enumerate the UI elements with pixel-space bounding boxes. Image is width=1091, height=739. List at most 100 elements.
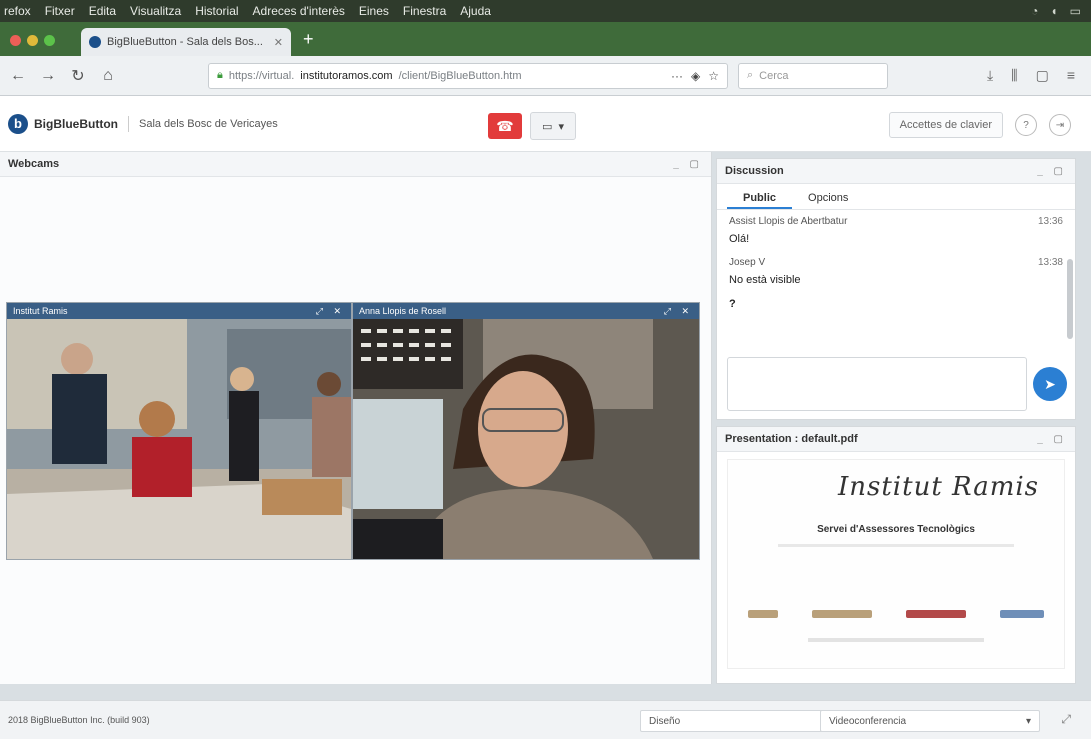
chat-title-bar: Discussion _ ▢ [717, 159, 1075, 184]
video-title-bar: Anna Llopis de Rosell ⤢ ✕ [353, 303, 699, 319]
help-icon[interactable]: ? [1015, 114, 1037, 136]
browser-tabbar: BigBlueButton - Sala dels Bos... ✕ + [0, 22, 1091, 56]
webcam-video-1[interactable]: Institut Ramis ⤢ ✕ [6, 302, 352, 560]
chevron-down-icon: ▾ [1025, 715, 1031, 727]
slide-service-title: Servei d'Assessores Tecnològics [817, 524, 975, 535]
tab-options[interactable]: Opcions [792, 188, 864, 209]
mode-select[interactable]: Videoconferencia ▾ [820, 710, 1040, 732]
chat-message: ? [717, 298, 1075, 316]
new-tab-button[interactable]: + [291, 29, 326, 56]
page-actions-icon[interactable]: ··· [671, 69, 683, 83]
pocket-icon[interactable]: ◈ [691, 69, 700, 83]
webcam-video-2[interactable]: Anna Llopis de Rosell ⤢ ✕ [352, 302, 700, 560]
app-header: b BigBlueButton Sala dels Bosc de Verica… [0, 96, 1091, 152]
sponsor-logos [748, 610, 1044, 618]
menu-item-help[interactable]: Ajuda [460, 4, 491, 18]
panel-window-controls-icon[interactable]: _ ▢ [1037, 434, 1067, 445]
battery-icon[interactable]: ▭ [1070, 4, 1081, 18]
search-placeholder: Cerca [759, 69, 789, 82]
brand-name: BigBlueButton [34, 116, 118, 131]
slide-footer-line [808, 638, 984, 642]
video-frame [7, 319, 351, 559]
divider [127, 115, 129, 132]
copyright-text: 2018 BigBlueButton Inc. (build 903) [8, 715, 150, 725]
minimize-window-icon[interactable] [27, 35, 38, 46]
chevron-down-icon: ▾ [558, 120, 564, 133]
institut-signature-logo: Institut Ramis [838, 472, 1040, 502]
presentation-title: Presentation : default.pdf [725, 433, 858, 445]
navigation-bar: ← → ↻ ⌂ 🔒︎ https://virtual. institutoramo… [0, 56, 1091, 96]
message-text: Olá! [729, 233, 750, 245]
leave-audio-button[interactable]: ☎ [488, 113, 522, 139]
menu-item-window[interactable]: Finestra [403, 4, 446, 18]
chat-title: Discussion [725, 165, 784, 177]
library-icon[interactable]: ⫼ [1011, 67, 1017, 84]
shortcuts-button[interactable]: Accettes de clavier [888, 112, 1003, 138]
webcams-title: Webcams [8, 158, 60, 170]
video-label: Institut Ramis [13, 306, 68, 316]
menu-hamburger-icon[interactable]: ≡ [1067, 67, 1075, 84]
tab-close-icon[interactable]: ✕ [274, 36, 283, 49]
menu-item-edit[interactable]: Edita [89, 4, 116, 18]
window-controls [0, 35, 67, 56]
back-icon[interactable]: ← [8, 67, 28, 85]
video-title-bar: Institut Ramis ⤢ ✕ [7, 303, 351, 319]
message-text: ? [729, 298, 736, 310]
presentation-slide[interactable]: Institut Ramis Servei d'Assessores Tecno… [727, 459, 1065, 669]
menu-item-history[interactable]: Historial [195, 4, 238, 18]
menu-item-file[interactable]: Fitxer [45, 4, 75, 18]
chat-message-input[interactable] [727, 357, 1027, 411]
url-bar[interactable]: 🔒︎ https://virtual. institutoramos.com/cl… [208, 62, 728, 89]
volume-icon[interactable]: ◖ [1050, 4, 1057, 18]
search-icon: ⌕ [747, 69, 754, 81]
url-path: /client/BigBlueButton.htm [398, 69, 522, 82]
menu-item-bookmarks[interactable]: Adreces d'interès [253, 4, 345, 18]
fullscreen-icon[interactable]: ⤢ [1061, 712, 1071, 727]
participant-scene-image [353, 319, 699, 559]
room-name: Sala dels Bosc de Vericayes [138, 117, 278, 130]
maximize-window-icon[interactable] [44, 35, 55, 46]
sidebar-icon[interactable]: ▢ [1036, 67, 1049, 84]
chat-scrollbar[interactable] [1067, 259, 1073, 339]
message-author: Josep V [729, 257, 766, 268]
home-icon[interactable]: ⌂ [98, 67, 118, 85]
panel-window-controls-icon[interactable]: _ ▢ [673, 159, 703, 170]
bbb-logo-icon: b [8, 113, 28, 134]
bookmark-star-icon[interactable]: ☆ [708, 69, 719, 83]
webcams-title-bar: Webcams _ ▢ [0, 152, 711, 177]
wifi-icon[interactable]: ◔ [1031, 4, 1038, 18]
layout-select[interactable]: Diseño ▾ [640, 710, 840, 732]
menu-item-app[interactable]: refox [4, 4, 31, 18]
webcams-panel: Webcams _ ▢ Institut Ramis ⤢ ✕ Anna Llop… [0, 152, 712, 684]
chat-tabs: Public Opcions [717, 184, 1075, 210]
send-arrow-icon: ➤ [1044, 375, 1056, 392]
search-input[interactable]: ⌕ Cerca [738, 62, 888, 89]
menu-item-view[interactable]: Visualitza [130, 4, 181, 18]
menu-item-tools[interactable]: Eines [359, 4, 389, 18]
sponsor-logo-3 [906, 610, 966, 618]
logout-icon[interactable]: ⇥ [1049, 114, 1071, 136]
classroom-scene-image [7, 319, 351, 559]
lock-icon: 🔒︎ [217, 69, 223, 81]
url-host: institutoramos.com [300, 69, 393, 82]
panel-window-controls-icon[interactable]: _ ▢ [1037, 166, 1067, 177]
tab-title: BigBlueButton - Sala dels Bos... [107, 36, 263, 48]
forward-icon[interactable]: → [38, 67, 58, 85]
close-window-icon[interactable] [10, 35, 21, 46]
sponsor-logo-1 [748, 610, 778, 618]
download-icon[interactable]: ⤓ [987, 67, 993, 84]
chat-panel: Discussion _ ▢ Public Opcions Assist Llo… [716, 158, 1076, 420]
send-button[interactable]: ➤ [1033, 367, 1067, 401]
webcam-button[interactable]: ▭ ▾ [530, 112, 576, 140]
message-author: Assist Llopis de Abertbatur [729, 216, 848, 227]
url-prefix: https://virtual. [228, 69, 295, 82]
layout-select-value: Diseño [649, 715, 681, 727]
tab-public[interactable]: Public [727, 188, 793, 209]
reload-icon[interactable]: ↻ [68, 66, 88, 86]
video-controls-icon[interactable]: ⤢ ✕ [316, 306, 345, 317]
browser-tab[interactable]: BigBlueButton - Sala dels Bos... ✕ [81, 28, 291, 56]
video-frame [353, 319, 699, 559]
video-controls-icon[interactable]: ⤢ ✕ [664, 306, 693, 317]
sponsor-logo-2 [812, 610, 872, 618]
message-time: 13:36 [1037, 216, 1063, 227]
